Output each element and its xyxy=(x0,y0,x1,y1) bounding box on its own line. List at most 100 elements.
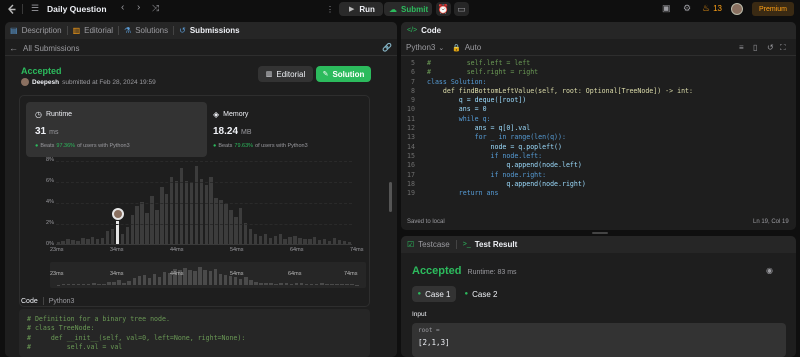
code-preview[interactable]: # Definition for a binary tree node. # c… xyxy=(19,309,370,357)
chart-bar[interactable] xyxy=(288,236,292,244)
editor-title[interactable]: Code xyxy=(421,26,441,35)
chart-bar[interactable] xyxy=(66,238,70,244)
tab-testcase[interactable]: ☑ Testcase xyxy=(407,240,450,249)
chart-bar[interactable] xyxy=(169,176,174,244)
tab-test-result[interactable]: >_ Test Result xyxy=(463,240,518,249)
streak-counter[interactable]: ♨ 13 xyxy=(702,3,722,14)
tab-solutions[interactable]: ⚗ Solutions xyxy=(124,26,168,35)
chart-bar[interactable] xyxy=(145,212,149,244)
chart-bar[interactable] xyxy=(263,233,268,244)
chart-bar[interactable] xyxy=(229,210,233,244)
chart-bar[interactable] xyxy=(61,240,65,244)
leetcode-logo[interactable] xyxy=(6,3,18,15)
chart-bar[interactable] xyxy=(130,214,134,244)
chart-bar[interactable] xyxy=(283,238,287,244)
shuffle-icon[interactable]: ⤨ xyxy=(152,4,159,13)
expand-icon[interactable]: ⛶ xyxy=(780,43,786,53)
chart-bar[interactable] xyxy=(258,235,263,244)
share-link-icon[interactable]: 🔗 xyxy=(382,43,392,52)
chart-bar[interactable] xyxy=(347,241,351,244)
chart-bar[interactable] xyxy=(268,237,273,244)
memory-card[interactable]: ◈ Memory 18.24 MB ● Beats 79.63% of user… xyxy=(207,102,365,157)
chart-bar[interactable] xyxy=(219,199,223,244)
editorial-button[interactable]: ▥ Editorial xyxy=(258,66,313,82)
chart-bar[interactable] xyxy=(243,223,248,244)
chart-bar[interactable] xyxy=(342,240,347,244)
chart-bar[interactable] xyxy=(189,183,194,244)
chart-bar[interactable] xyxy=(179,168,184,244)
submit-button[interactable]: ☁ Submit xyxy=(384,2,432,16)
code-editor[interactable]: 5 # self.left = left 6 # self.right = right… xyxy=(401,59,796,198)
solution-button[interactable]: ✎ Solution xyxy=(316,66,371,82)
notes-icon[interactable]: ▭ xyxy=(454,2,469,16)
chart-bar[interactable] xyxy=(322,238,327,244)
gear-icon[interactable]: ⚙ xyxy=(683,4,691,13)
reset-icon[interactable]: ↺ xyxy=(767,43,774,52)
runtime-distribution-chart[interactable] xyxy=(56,161,352,245)
chart-bar[interactable] xyxy=(194,166,199,244)
drag-handle-icon[interactable]: ⋮ xyxy=(326,2,336,16)
avatar[interactable] xyxy=(731,3,743,15)
submitter-name[interactable]: Deepesh xyxy=(32,79,59,86)
chart-bar[interactable] xyxy=(120,233,125,244)
chart-bar[interactable] xyxy=(327,240,332,244)
chart-bar[interactable] xyxy=(160,187,164,244)
run-button[interactable]: ▶ Run xyxy=(339,2,383,16)
alarm-icon[interactable]: ⏰ xyxy=(436,2,451,16)
chart-bar[interactable] xyxy=(76,240,80,244)
chart-bar[interactable] xyxy=(71,239,75,244)
input-box[interactable]: root = [2,1,3] xyxy=(412,323,786,357)
chart-bar[interactable] xyxy=(91,236,95,244)
chart-range-selector[interactable]: 23ms 34ms 44ms 54ms 64ms 74ms xyxy=(50,262,366,288)
case-1-tab[interactable]: ● Case 1 xyxy=(412,286,456,302)
chart-bar[interactable] xyxy=(248,229,253,244)
chart-bar[interactable] xyxy=(239,208,243,244)
runtime-card[interactable]: ◷ Runtime 31 ms ● Beats 97.36% of users … xyxy=(26,102,207,157)
problem-list-title[interactable]: Daily Question xyxy=(47,4,107,14)
chart-bar[interactable] xyxy=(303,238,307,244)
chart-bar[interactable] xyxy=(209,176,213,244)
chart-bar[interactable] xyxy=(184,181,189,244)
chart-bar[interactable] xyxy=(199,178,203,244)
chart-bar[interactable] xyxy=(165,193,169,244)
chart-bar[interactable] xyxy=(100,237,105,244)
chart-bar[interactable] xyxy=(110,229,115,244)
chart-bar[interactable] xyxy=(313,236,317,244)
chart-bar[interactable] xyxy=(234,216,238,244)
resize-handle[interactable] xyxy=(592,232,608,234)
chart-bar[interactable] xyxy=(317,239,322,244)
tab-submissions[interactable]: ↺ Submissions xyxy=(179,26,240,35)
chart-bar[interactable] xyxy=(56,241,60,244)
chart-bar[interactable] xyxy=(86,238,90,244)
chart-bar[interactable] xyxy=(125,227,129,244)
chart-bar[interactable] xyxy=(105,231,110,244)
language-select[interactable]: Python3 ⌄ xyxy=(406,43,444,52)
eye-icon[interactable]: ◉ xyxy=(766,266,773,275)
chart-bar[interactable] xyxy=(81,237,85,244)
bookmark-icon[interactable]: ▯ xyxy=(753,43,757,52)
chart-bar[interactable] xyxy=(332,237,337,244)
chevron-left-icon[interactable]: ‹ xyxy=(121,3,124,13)
chart-bar[interactable] xyxy=(135,206,139,244)
layout-icon[interactable]: ▣ xyxy=(662,4,671,13)
chevron-right-icon[interactable]: › xyxy=(137,3,140,13)
chart-bar[interactable] xyxy=(95,238,100,244)
chart-bar[interactable] xyxy=(204,185,208,244)
my-submission-marker[interactable] xyxy=(111,207,124,220)
format-icon[interactable]: ≡ xyxy=(739,43,744,52)
chart-bar[interactable] xyxy=(273,235,277,244)
chart-bar[interactable] xyxy=(155,210,159,244)
chart-bar[interactable] xyxy=(293,235,297,244)
list-icon[interactable]: ☰ xyxy=(31,4,39,13)
premium-button[interactable]: Premium xyxy=(752,2,794,16)
chart-bar[interactable] xyxy=(140,202,144,244)
autocomplete-mode[interactable]: 🔒 Auto xyxy=(452,43,481,52)
tab-editorial[interactable]: ▥ Editorial xyxy=(73,26,113,35)
scrollbar[interactable] xyxy=(389,182,392,212)
tab-description[interactable]: ▤ Description xyxy=(10,26,62,35)
chart-bar[interactable] xyxy=(174,181,179,244)
all-submissions-link[interactable]: ← All Submissions xyxy=(9,43,79,53)
chart-bar[interactable] xyxy=(298,237,302,244)
chart-bar[interactable] xyxy=(253,233,258,244)
chart-bar[interactable] xyxy=(214,197,218,244)
